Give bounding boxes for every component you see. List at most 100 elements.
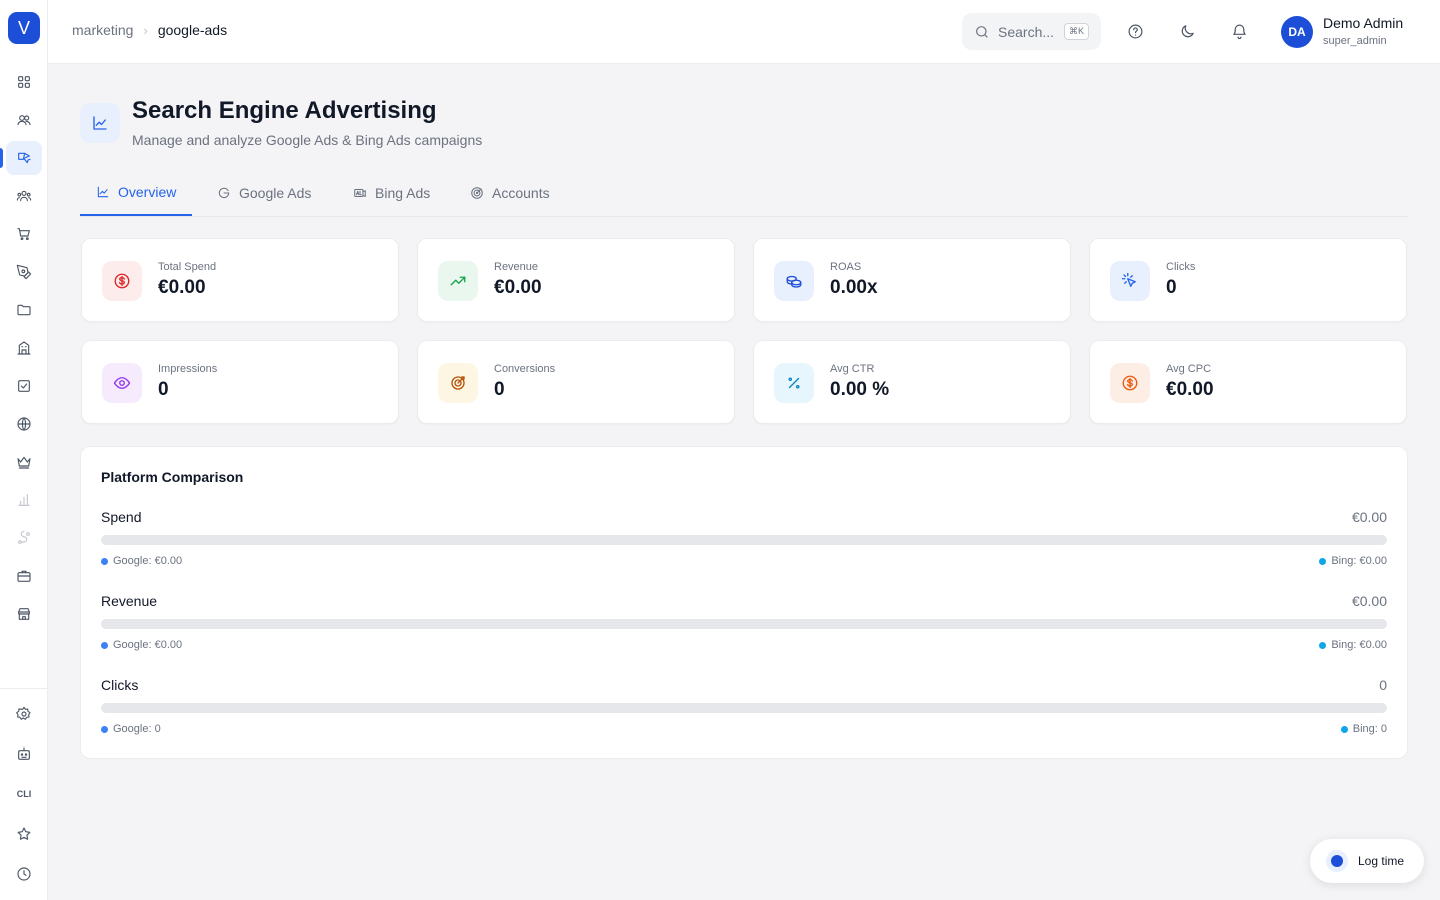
comparison-bar-clicks	[101, 703, 1387, 713]
cli-icon[interactable]: CLI	[6, 777, 42, 811]
stat-value: €0.00	[494, 277, 542, 298]
tab-accounts[interactable]: Accounts	[454, 170, 566, 216]
platform-comparison-panel: Platform Comparison Spend €0.00 Google: …	[80, 446, 1408, 759]
cart-icon[interactable]	[6, 217, 42, 251]
stat-card-impressions: Impressions 0	[81, 340, 399, 424]
breadcrumb: marketing › google-ads	[72, 22, 227, 38]
bot-icon[interactable]	[6, 737, 42, 771]
cli-label: CLI	[16, 789, 32, 799]
legend-text: Google: 0	[113, 723, 161, 735]
stat-label: Impressions	[158, 363, 218, 375]
user-role: super_admin	[1323, 35, 1387, 47]
coins-icon	[774, 261, 814, 301]
google-dot	[101, 557, 108, 565]
stat-card-avg-ctr: Avg CTR 0.00 %	[753, 340, 1071, 424]
pointer-click-icon	[1110, 261, 1150, 301]
legend-google-clicks: Google: 0	[101, 723, 161, 735]
star-icon[interactable]	[6, 817, 42, 851]
target-icon	[471, 187, 483, 199]
top-header: marketing › google-ads Search... ⌘K DA D…	[48, 0, 1440, 64]
team-icon[interactable]	[6, 179, 42, 213]
target-icon	[438, 363, 478, 403]
stat-card-avg-cpc: Avg CPC €0.00	[1089, 340, 1407, 424]
folder-icon[interactable]	[6, 293, 42, 327]
logo-letter: V	[17, 17, 30, 38]
breadcrumb-marketing[interactable]: marketing	[72, 22, 133, 38]
building-icon[interactable]	[6, 331, 42, 365]
user-name[interactable]: Demo Admin	[1323, 15, 1403, 31]
stat-value: €0.00	[1166, 379, 1214, 400]
app-logo[interactable]: V	[8, 12, 40, 44]
page-subtitle: Manage and analyze Google Ads & Bing Ads…	[132, 132, 483, 148]
bell-icon[interactable]	[1228, 20, 1250, 42]
legend-text: Bing: 0	[1352, 723, 1387, 735]
users-icon[interactable]	[6, 103, 42, 137]
dollar-circle-icon	[102, 261, 142, 301]
stat-label: Total Spend	[158, 261, 217, 273]
legend-text: Bing: €0.00	[1331, 639, 1387, 651]
stat-label: Avg CTR	[830, 363, 875, 375]
google-icon	[218, 187, 230, 199]
legend-bing-clicks: Bing: 0	[1340, 723, 1387, 735]
checkbox-icon[interactable]	[6, 369, 42, 403]
stat-value: 0.00 %	[830, 379, 890, 400]
search-placeholder: Search...	[998, 23, 1055, 40]
moon-icon[interactable]	[1176, 20, 1198, 42]
globe-icon[interactable]	[6, 407, 42, 441]
stat-card-total-spend: Total Spend €0.00	[81, 238, 399, 322]
legend-bing-spend: Bing: €0.00	[1319, 555, 1387, 567]
settings-icon[interactable]	[6, 697, 42, 731]
percent-icon	[774, 363, 814, 403]
stat-label: Revenue	[494, 261, 539, 273]
store-icon[interactable]	[6, 597, 42, 631]
stat-card-revenue: Revenue €0.00	[417, 238, 735, 322]
stat-card-clicks: Clicks 0	[1089, 238, 1407, 322]
timer-icon	[1326, 850, 1348, 872]
bing-dot	[1319, 557, 1327, 565]
avatar[interactable]: DA	[1281, 16, 1313, 48]
comparison-label-spend: Spend	[101, 509, 142, 525]
log-time-button[interactable]: Log time	[1310, 839, 1424, 883]
crown-icon[interactable]	[6, 445, 42, 479]
stat-label: Conversions	[494, 363, 556, 375]
google-dot	[101, 641, 108, 649]
bar-chart-icon[interactable]	[6, 483, 42, 517]
bing-dot	[1319, 641, 1327, 649]
chevron-right-icon: ›	[143, 22, 148, 38]
legend-text: Google: €0.00	[113, 555, 183, 567]
comparison-total-revenue: €0.00	[1351, 593, 1387, 609]
legend-text: Bing: €0.00	[1331, 555, 1387, 567]
briefcase-icon[interactable]	[6, 559, 42, 593]
legend-google-revenue: Google: €0.00	[101, 639, 182, 651]
stat-value: 0	[1166, 277, 1177, 298]
search-input[interactable]: Search... ⌘K	[962, 13, 1101, 50]
search-shortcut: ⌘K	[1063, 23, 1089, 40]
comparison-total-spend: €0.00	[1351, 509, 1387, 525]
eye-icon	[102, 363, 142, 403]
tab-bar: Overview Google Ads Bing Ads Accounts	[80, 170, 1408, 217]
sidebar: V CLI	[0, 0, 48, 900]
stat-value: 0	[158, 379, 169, 400]
tab-bing-ads[interactable]: Bing Ads	[337, 170, 446, 216]
log-time-label: Log time	[1358, 854, 1405, 868]
route-icon[interactable]	[6, 521, 42, 555]
search-icon	[976, 25, 988, 38]
stat-card-conversions: Conversions 0	[417, 340, 735, 424]
stat-value: €0.00	[158, 277, 206, 298]
megaphone-icon[interactable]	[6, 141, 42, 175]
stat-label: Clicks	[1166, 261, 1196, 273]
tab-google-ads[interactable]: Google Ads	[201, 170, 327, 216]
bing-dot	[1340, 725, 1348, 733]
tab-label: Accounts	[492, 185, 550, 201]
pen-tool-icon[interactable]	[6, 255, 42, 289]
clock-icon[interactable]	[6, 857, 42, 891]
stat-card-roas: ROAS 0.00x	[753, 238, 1071, 322]
ads-icon	[354, 188, 366, 198]
help-icon[interactable]	[1124, 20, 1146, 42]
panel-title: Platform Comparison	[101, 469, 244, 485]
sidebar-divider	[0, 688, 47, 689]
dashboard-icon[interactable]	[6, 65, 42, 99]
tab-overview[interactable]: Overview	[80, 170, 193, 216]
legend-google-spend: Google: €0.00	[101, 555, 182, 567]
tab-label: Overview	[118, 184, 177, 200]
